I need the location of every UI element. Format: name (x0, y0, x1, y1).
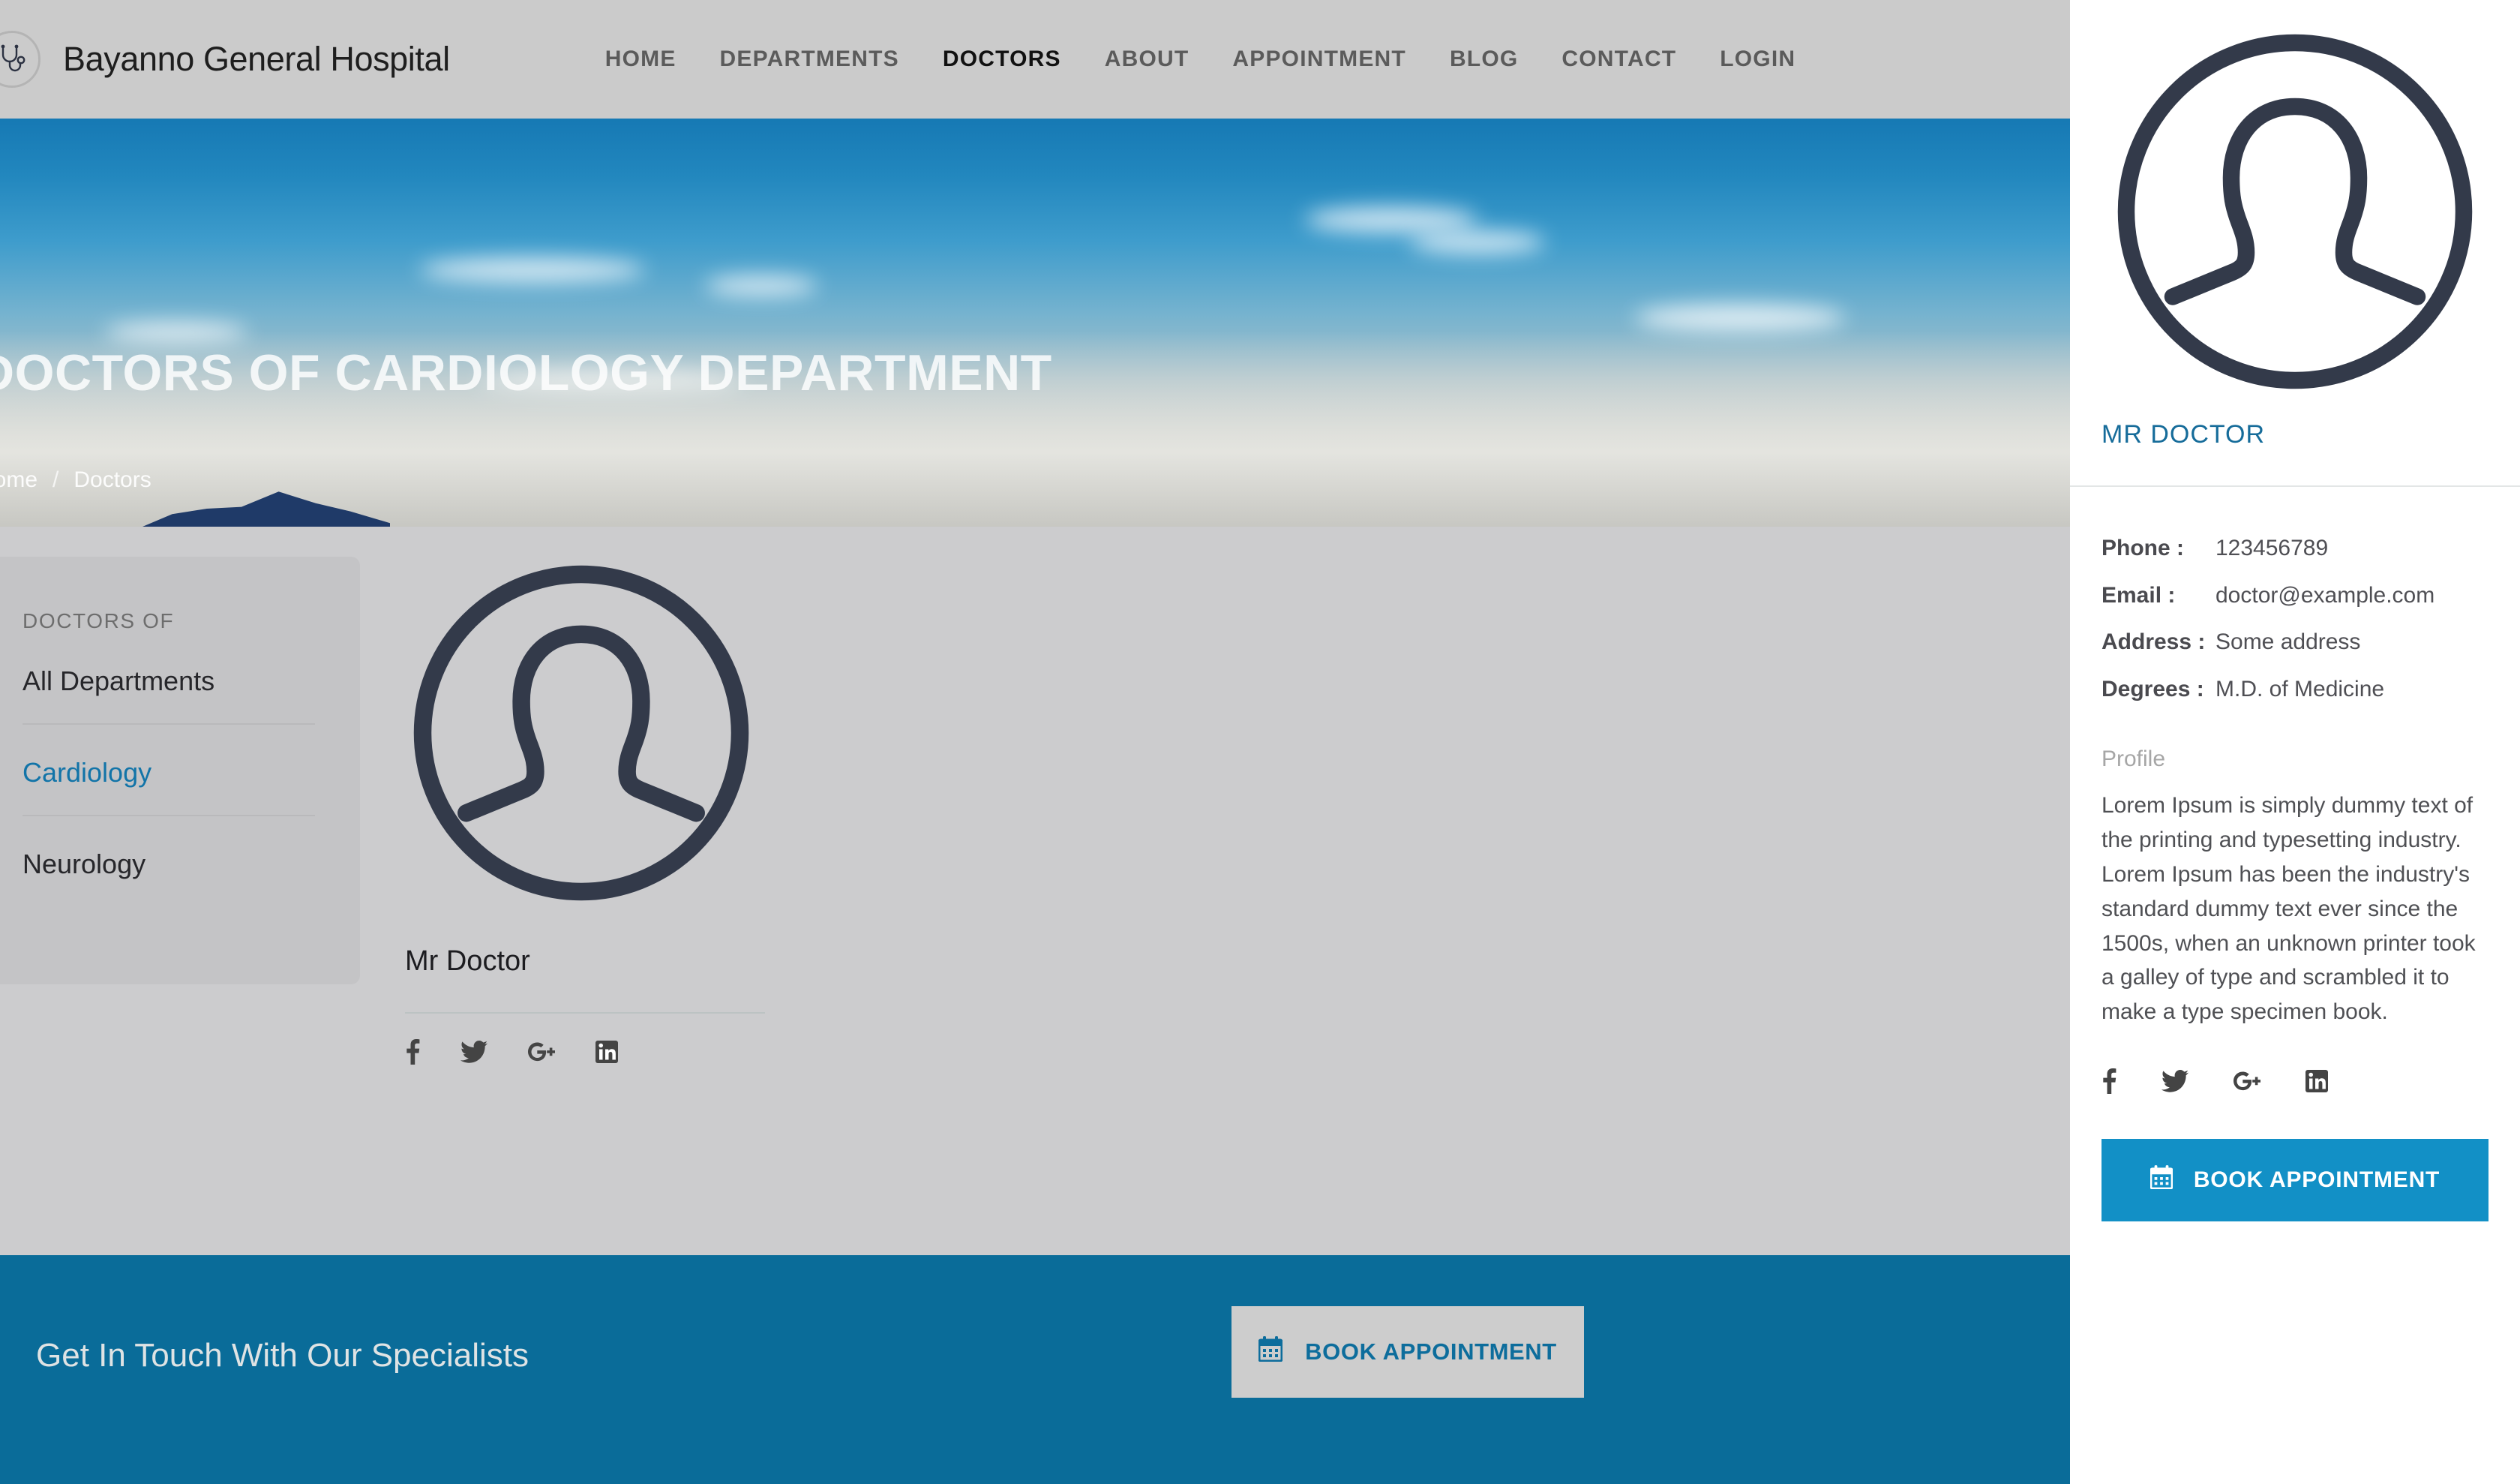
meta-label-phone: Phone : (2102, 536, 2184, 560)
user-avatar-icon (2117, 34, 2473, 389)
panel-avatar[interactable] (2100, 17, 2490, 407)
divider (2070, 485, 2520, 487)
avatar[interactable] (398, 549, 765, 917)
breadcrumb-item-home[interactable]: Home (0, 467, 38, 493)
twitter-icon[interactable] (2162, 1070, 2188, 1092)
calendar-icon (2150, 1165, 2174, 1195)
brand[interactable]: Bayanno General Hospital (0, 31, 450, 88)
nav-item-login[interactable]: LOGIN (1698, 47, 1817, 72)
meta-row-email: Email : doctor@example.com (2102, 581, 2520, 611)
profile-label: Profile (2102, 747, 2166, 771)
doctor-social-links (405, 1039, 795, 1065)
doctor-meta-list: Phone : 123456789 Email : doctor@example… (2102, 533, 2520, 704)
doctor-name: Mr Doctor (405, 945, 530, 977)
sidebar-item-cardiology[interactable]: Cardiology (22, 725, 315, 816)
book-appointment-label-footer: BOOK APPOINTMENT (1305, 1338, 1557, 1365)
nav-item-departments[interactable]: DEPARTMENTS (698, 47, 921, 72)
panel-social-links (2102, 1068, 2520, 1095)
linkedin-icon[interactable] (2306, 1070, 2328, 1093)
website-viewport: Bayanno General Hospital HOME DEPARTMENT… (0, 0, 2070, 1484)
twitter-icon[interactable] (460, 1041, 488, 1063)
meta-label-address: Address : (2102, 629, 2206, 654)
sidebar-item-neurology[interactable]: Neurology (22, 816, 315, 906)
linkedin-icon[interactable] (596, 1041, 618, 1063)
nav-item-doctors[interactable]: DOCTORS (921, 47, 1083, 72)
sidebar-title: DOCTORS OF (22, 609, 175, 632)
main-content: DOCTORS OF All Departments Cardiology Ne… (0, 527, 2070, 1255)
user-avatar-icon (413, 565, 749, 901)
book-appointment-button-panel[interactable]: BOOK APPOINTMENT (2102, 1139, 2488, 1222)
nav-item-home[interactable]: HOME (584, 47, 698, 72)
facebook-icon[interactable] (405, 1039, 420, 1065)
meta-row-address: Address : Some address (2102, 627, 2520, 658)
book-appointment-label-panel: BOOK APPOINTMENT (2193, 1167, 2440, 1193)
google-plus-icon[interactable] (2234, 1070, 2260, 1092)
doctor-card: Mr Doctor (398, 549, 795, 1065)
page-root: Bayanno General Hospital HOME DEPARTMENT… (0, 0, 2520, 1484)
meta-value-email: doctor@example.com (2216, 582, 2435, 608)
page-title: DOCTORS OF CARDIOLOGY DEPARTMENT (0, 344, 1052, 401)
google-plus-icon[interactable] (528, 1041, 555, 1063)
site-header: Bayanno General Hospital HOME DEPARTMENT… (0, 0, 2070, 119)
cta-headline: Get In Touch With Our Specialists (36, 1337, 530, 1374)
meta-value-degrees: M.D. of Medicine (2216, 676, 2385, 701)
breadcrumb: Home / Doctors (0, 467, 152, 493)
departments-sidebar: DOCTORS OF All Departments Cardiology Ne… (0, 557, 360, 984)
sidebar-item-all-departments[interactable]: All Departments (22, 633, 315, 725)
breadcrumb-item-doctors[interactable]: Doctors (74, 467, 151, 493)
profile-text: Lorem Ipsum is simply dummy text of the … (2102, 793, 2476, 1025)
facebook-icon[interactable] (2102, 1068, 2116, 1095)
nav-item-about[interactable]: ABOUT (1083, 47, 1211, 72)
divider (405, 1012, 765, 1014)
nav-item-appointment[interactable]: APPOINTMENT (1210, 47, 1428, 72)
meta-label-email: Email : (2102, 582, 2176, 608)
meta-value-phone: 123456789 (2216, 536, 2329, 560)
nav-item-contact[interactable]: CONTACT (1540, 47, 1698, 72)
doctor-detail-panel: MR DOCTOR Phone : 123456789 Email : doct… (2070, 0, 2520, 1484)
breadcrumb-separator: / (52, 467, 59, 492)
panel-doctor-name[interactable]: MR DOCTOR (2102, 420, 2520, 449)
hero-banner: DOCTORS OF CARDIOLOGY DEPARTMENT Home / … (0, 119, 2070, 527)
stethoscope-icon (0, 31, 40, 88)
calendar-icon (1258, 1336, 1283, 1368)
meta-value-address: Some address (2216, 629, 2361, 654)
main-nav: HOME DEPARTMENTS DOCTORS ABOUT APPOINTME… (584, 47, 1818, 72)
meta-row-degrees: Degrees : M.D. of Medicine (2102, 674, 2520, 705)
meta-label-degrees: Degrees : (2102, 676, 2204, 701)
hero-content: DOCTORS OF CARDIOLOGY DEPARTMENT Home / … (0, 119, 2070, 527)
cta-banner: Get In Touch With Our Specialists BOOK A… (0, 1255, 2070, 1484)
meta-row-phone: Phone : 123456789 (2102, 533, 2520, 564)
brand-name: Bayanno General Hospital (63, 40, 450, 78)
book-appointment-button-footer[interactable]: BOOK APPOINTMENT (1232, 1306, 1584, 1398)
nav-item-blog[interactable]: BLOG (1428, 47, 1540, 72)
